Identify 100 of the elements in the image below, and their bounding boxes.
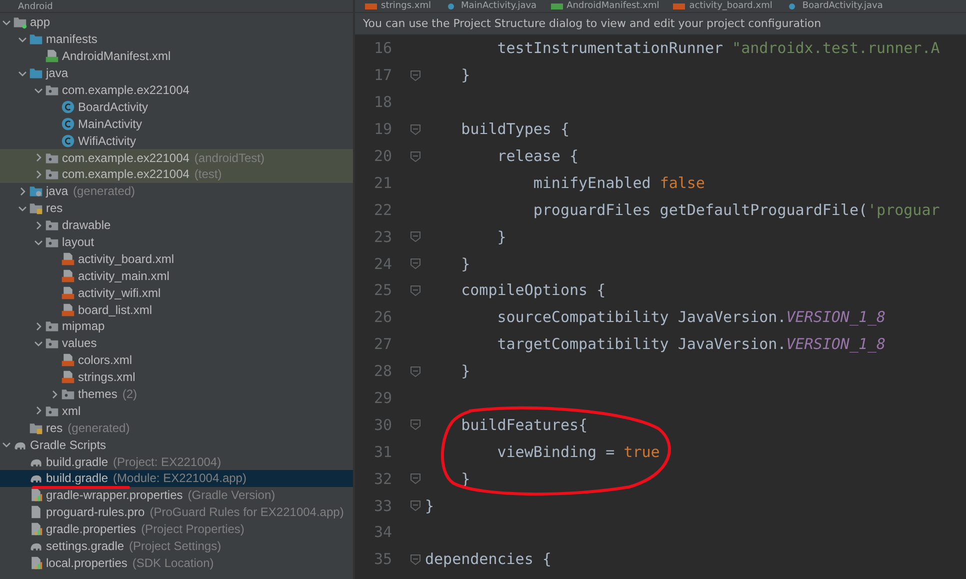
line-number: 20 — [372, 147, 392, 165]
item-hint: (generated) — [73, 184, 136, 198]
code-line: proguardFiles getDefaultProguardFile('proguar — [532, 200, 940, 219]
package-folder-icon — [45, 235, 59, 250]
fold-marker-icon[interactable] — [410, 500, 421, 512]
tree-item[interactable]: build.gradle (Module: EX221004.app) — [0, 470, 353, 487]
tree-item[interactable]: values — [0, 334, 353, 352]
fold-marker-icon[interactable] — [410, 231, 421, 242]
fold-marker-icon[interactable] — [410, 473, 421, 484]
item-label: local.properties — [46, 556, 128, 570]
chevron-down-icon[interactable] — [2, 440, 10, 450]
tree-item[interactable]: activity_wifi.xml — [0, 284, 353, 302]
tree-item[interactable]: com.example.ex221004 — [0, 82, 353, 98]
item-label: BoardActivity — [78, 100, 148, 114]
tree-item[interactable]: AndroidManifest.xml — [0, 48, 353, 65]
tree-item[interactable]: layout — [0, 234, 353, 250]
tree-item[interactable]: com.example.ex221004 (androidTest) — [0, 149, 353, 166]
editor-tab[interactable]: activity_board.xml — [673, 0, 772, 12]
code-line: } — [460, 362, 470, 380]
line-number: 28 — [372, 362, 392, 380]
chevron-down-icon[interactable] — [34, 86, 42, 94]
tree-item[interactable]: local.properties (SDK Location) — [0, 554, 353, 572]
editor-tab[interactable]: MainActivity.java — [444, 0, 537, 12]
tree-item[interactable]: BoardActivity — [0, 98, 353, 116]
chevron-right-icon[interactable] — [34, 153, 42, 162]
notification-text: You can use the Project Structure dialog to view and edit your project configuration — [363, 17, 822, 30]
item-label: themes — [78, 387, 118, 402]
tree-item[interactable]: Gradle Scripts — [0, 436, 353, 454]
chevron-right-icon[interactable] — [34, 220, 42, 230]
chevron-down-icon[interactable] — [18, 68, 26, 78]
chevron-right-icon[interactable] — [34, 322, 42, 331]
editor-tab[interactable]: strings.xml — [365, 0, 431, 12]
manifest-file-icon — [45, 49, 59, 64]
tree-item[interactable]: drawable — [0, 216, 353, 234]
item-label: AndroidManifest.xml — [62, 49, 171, 64]
code-line: } — [460, 254, 470, 273]
fold-marker-icon[interactable] — [410, 366, 421, 377]
tree-item[interactable]: settings.gradle (Project Settings) — [0, 538, 353, 554]
fold-marker-icon[interactable] — [410, 419, 421, 430]
line-number: 30 — [372, 416, 392, 434]
tree-item[interactable]: manifests — [0, 30, 353, 48]
item-label: colors.xml — [78, 353, 132, 368]
item-label: strings.xml — [78, 370, 136, 384]
chevron-right-icon[interactable] — [50, 390, 58, 399]
chevron-right-icon[interactable] — [18, 186, 26, 196]
xml-file-icon — [61, 286, 75, 300]
tree-item[interactable]: activity_main.xml — [0, 267, 353, 284]
tree-item[interactable]: activity_board.xml — [0, 250, 353, 268]
tree-item[interactable]: app — [0, 14, 353, 31]
class-icon — [61, 134, 75, 148]
chevron-right-icon[interactable] — [34, 406, 42, 416]
tree-item[interactable]: proguard-rules.pro (ProGuard Rules for EX221004.app) — [0, 504, 353, 521]
chevron-down-icon[interactable] — [18, 204, 26, 213]
chevron-down-icon[interactable] — [34, 238, 42, 247]
tree-item[interactable]: res — [0, 200, 353, 217]
tree-item[interactable]: gradle-wrapper.properties (Gradle Version) — [0, 486, 353, 504]
editor-tab[interactable]: BoardActivity.java — [786, 0, 883, 12]
item-label: build.gradle — [46, 471, 108, 486]
chevron-down-icon[interactable] — [2, 18, 10, 27]
tree-item[interactable]: java (generated) — [0, 182, 353, 200]
tree-item[interactable]: xml — [0, 402, 353, 420]
xml-file-icon — [61, 370, 75, 384]
fold-marker-icon[interactable] — [410, 150, 421, 162]
chevron-down-icon[interactable] — [34, 338, 42, 348]
package-folder-icon — [45, 167, 59, 182]
tree-item[interactable]: gradle.properties (Project Properties) — [0, 520, 353, 538]
module-folder-icon — [13, 15, 27, 30]
item-label: java — [46, 184, 68, 198]
tree-item[interactable]: mipmap — [0, 318, 353, 335]
tree-item[interactable]: build.gradle (Project: EX221004) — [0, 453, 353, 470]
resource-folder-icon — [29, 420, 43, 435]
xml-file-icon — [365, 2, 377, 10]
tree-item[interactable]: colors.xml — [0, 352, 353, 369]
tree-item[interactable]: res (generated) — [0, 419, 353, 436]
package-folder-icon — [61, 387, 75, 402]
tree-item[interactable]: themes (2) — [0, 386, 353, 402]
item-label: mipmap — [62, 319, 105, 334]
tree-item[interactable]: java — [0, 64, 353, 82]
tree-item[interactable]: com.example.ex221004 (test) — [0, 166, 353, 183]
panel-title[interactable]: Android — [18, 2, 53, 12]
item-label: res — [46, 201, 63, 216]
item-label: build.gradle — [46, 454, 108, 469]
tree-item[interactable]: MainActivity — [0, 115, 353, 132]
item-label: com.example.ex221004 — [62, 83, 190, 97]
fold-marker-icon[interactable] — [410, 284, 421, 296]
fold-marker-icon[interactable] — [410, 70, 421, 81]
fold-marker-icon[interactable] — [410, 124, 421, 135]
chevron-right-icon[interactable] — [34, 170, 42, 179]
fold-marker-icon[interactable] — [410, 258, 421, 270]
tree-item[interactable]: board_list.xml — [0, 301, 353, 318]
item-label: proguard-rules.pro — [46, 505, 145, 520]
chevron-down-icon[interactable] — [18, 34, 26, 44]
item-label: settings.gradle — [46, 539, 124, 554]
tree-item[interactable]: strings.xml — [0, 368, 353, 386]
item-hint: (test) — [194, 167, 222, 182]
tree-item[interactable]: WifiActivity — [0, 132, 353, 150]
item-label: gradle.properties — [46, 522, 136, 536]
fold-marker-icon[interactable] — [410, 554, 421, 565]
item-hint: (Gradle Version) — [188, 488, 276, 502]
editor-tab[interactable]: AndroidManifest.xml — [550, 0, 660, 12]
